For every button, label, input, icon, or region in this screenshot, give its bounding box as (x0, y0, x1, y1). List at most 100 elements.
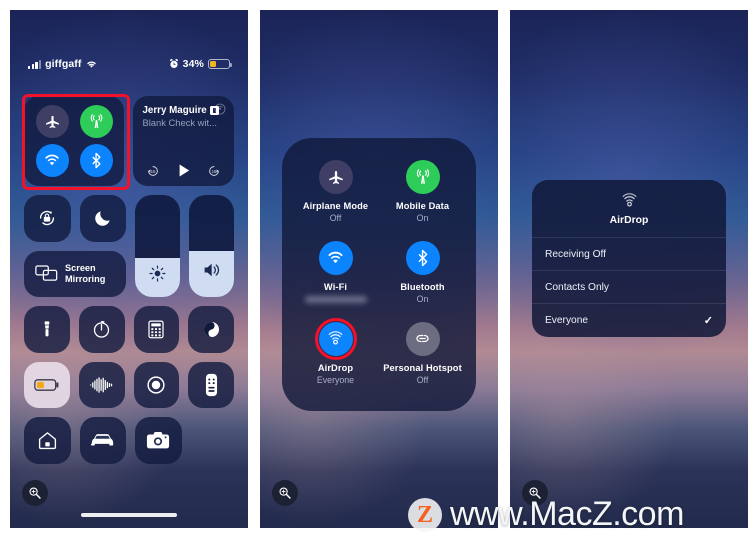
personal-hotspot-state: Off (416, 375, 429, 385)
low-power-mode-toggle[interactable] (24, 361, 70, 408)
shazam-waveform-icon (89, 376, 112, 393)
flashlight-icon (44, 321, 50, 337)
do-not-disturb-toggle[interactable] (79, 195, 126, 242)
flashlight-toggle[interactable] (24, 306, 70, 353)
phone-panel-control-center: giffgaff 34% Jerry Maguire Blank Check w… (10, 10, 248, 528)
airdrop-options-card: AirDrop Receiving Off Contacts Only Ever… (532, 180, 726, 337)
zoom-in-button[interactable] (22, 480, 48, 506)
rotation-lock-icon (40, 211, 55, 226)
airdrop-state: Everyone (316, 375, 355, 385)
wifi-network-name-redacted (304, 296, 367, 303)
airplane-mode-state: Off (329, 213, 342, 223)
skip-forward-15-icon[interactable]: 15 (207, 164, 221, 178)
remote-control-icon (205, 373, 217, 396)
skip-back-15-icon[interactable]: 15 (146, 164, 160, 178)
personal-hotspot-toggle[interactable] (405, 322, 440, 356)
camera-button[interactable] (135, 417, 182, 464)
now-playing-widget[interactable]: Jerry Maguire Blank Check wit... 15 15 (133, 96, 234, 186)
bluetooth-icon (418, 249, 427, 267)
watermark-text: www.MacZ.com (450, 495, 684, 533)
bluetooth-toggle[interactable] (405, 241, 440, 275)
wifi-icon (45, 154, 59, 166)
mobile-data-state: On (416, 213, 429, 223)
apple-tv-remote-button[interactable] (188, 361, 234, 408)
media-subtitle: Blank Check wit... (142, 117, 217, 128)
screen-recording-toggle[interactable] (133, 361, 180, 408)
airplane-mode-item[interactable]: Airplane Mode Off (292, 160, 379, 223)
bluetooth-state: On (416, 294, 429, 304)
airdrop-option-contacts-only[interactable]: Contacts Only (532, 271, 726, 304)
status-bar: giffgaff 34% (10, 58, 248, 70)
personal-hotspot-label: Personal Hotspot (383, 363, 462, 373)
bluetooth-icon (92, 152, 101, 169)
battery-icon (208, 58, 233, 70)
airdrop-label: AirDrop (317, 363, 354, 373)
calculator-button[interactable] (133, 306, 180, 353)
screen-mirroring-icon (35, 265, 58, 282)
cellular-antenna-icon (90, 114, 103, 128)
sun-icon (149, 265, 166, 282)
airdrop-menu-header: AirDrop (532, 180, 726, 238)
svg-text:15: 15 (151, 168, 156, 173)
checkmark-icon: ✓ (703, 315, 713, 327)
wifi-item[interactable]: Wi-Fi (292, 241, 379, 304)
mobile-data-item[interactable]: Mobile Data On (379, 160, 466, 223)
bluetooth-toggle[interactable] (79, 144, 113, 177)
battery-percent-label: 34% (182, 58, 204, 70)
volume-slider[interactable] (189, 195, 234, 297)
rotation-lock-toggle[interactable] (24, 195, 71, 242)
connectivity-cluster[interactable] (24, 96, 125, 186)
music-recognition-toggle[interactable] (78, 361, 125, 408)
airplane-icon (45, 115, 59, 129)
watermark-logo: Z (408, 497, 442, 532)
svg-text:15: 15 (212, 168, 217, 173)
play-icon[interactable] (175, 162, 192, 179)
connectivity-expanded-card: Airplane Mode Off Mobile Data On Wi-Fi B… (282, 138, 476, 411)
phone-panel-airdrop-menu: AirDrop Receiving Off Contacts Only Ever… (510, 10, 748, 528)
airdrop-menu-title: AirDrop (609, 215, 649, 226)
watermark: Z www.MacZ.com (408, 495, 684, 534)
control-center-grid: Jerry Maguire Blank Check wit... 15 15 S… (24, 96, 234, 473)
cellular-antenna-icon (416, 169, 429, 184)
home-app-button[interactable] (24, 417, 71, 464)
brightness-slider[interactable] (135, 195, 180, 297)
airplane-mode-toggle[interactable] (318, 160, 353, 194)
dark-mode-toggle[interactable] (188, 306, 234, 353)
airplay-icon[interactable] (214, 103, 226, 115)
mobile-data-toggle[interactable] (79, 105, 113, 138)
screen-mirroring-button[interactable]: Screen Mirroring (24, 250, 126, 297)
screen-mirroring-label: Screen Mirroring (65, 263, 106, 284)
battery-low-icon (34, 378, 59, 391)
screenshot-root: giffgaff 34% Jerry Maguire Blank Check w… (0, 0, 755, 538)
magnifier-plus-icon (29, 487, 41, 499)
timer-button[interactable] (78, 306, 125, 353)
option-label: Receiving Off (545, 248, 606, 260)
airdrop-toggle[interactable] (318, 322, 353, 356)
media-title: Jerry Maguire (142, 105, 225, 116)
carrier-label: giffgaff (45, 58, 82, 70)
personal-hotspot-item[interactable]: Personal Hotspot Off (379, 322, 466, 385)
calculator-icon (148, 320, 164, 339)
bluetooth-item[interactable]: Bluetooth On (379, 241, 466, 304)
airplane-mode-toggle[interactable] (35, 105, 69, 138)
wifi-icon (86, 61, 96, 68)
airplane-mode-label: Airplane Mode (302, 201, 369, 211)
wifi-toggle[interactable] (35, 144, 69, 177)
timer-icon (93, 320, 110, 338)
magnifier-plus-icon (279, 487, 291, 499)
airdrop-option-receiving-off[interactable]: Receiving Off (532, 238, 726, 271)
wifi-toggle[interactable] (318, 241, 353, 275)
bluetooth-label: Bluetooth (400, 282, 445, 292)
zoom-in-button[interactable] (272, 480, 298, 506)
airdrop-option-everyone[interactable]: Everyone ✓ (532, 304, 726, 337)
mobile-data-label: Mobile Data (395, 201, 450, 211)
home-house-icon (38, 432, 56, 450)
hotspot-link-icon (416, 334, 429, 343)
airdrop-item[interactable]: AirDrop Everyone (292, 318, 379, 385)
mobile-data-toggle[interactable] (405, 160, 440, 194)
speaker-icon (204, 263, 219, 277)
alarm-clock-icon (169, 59, 178, 68)
cellular-bars-icon (28, 59, 42, 69)
car-icon (91, 434, 114, 446)
carplay-button[interactable] (79, 417, 126, 464)
